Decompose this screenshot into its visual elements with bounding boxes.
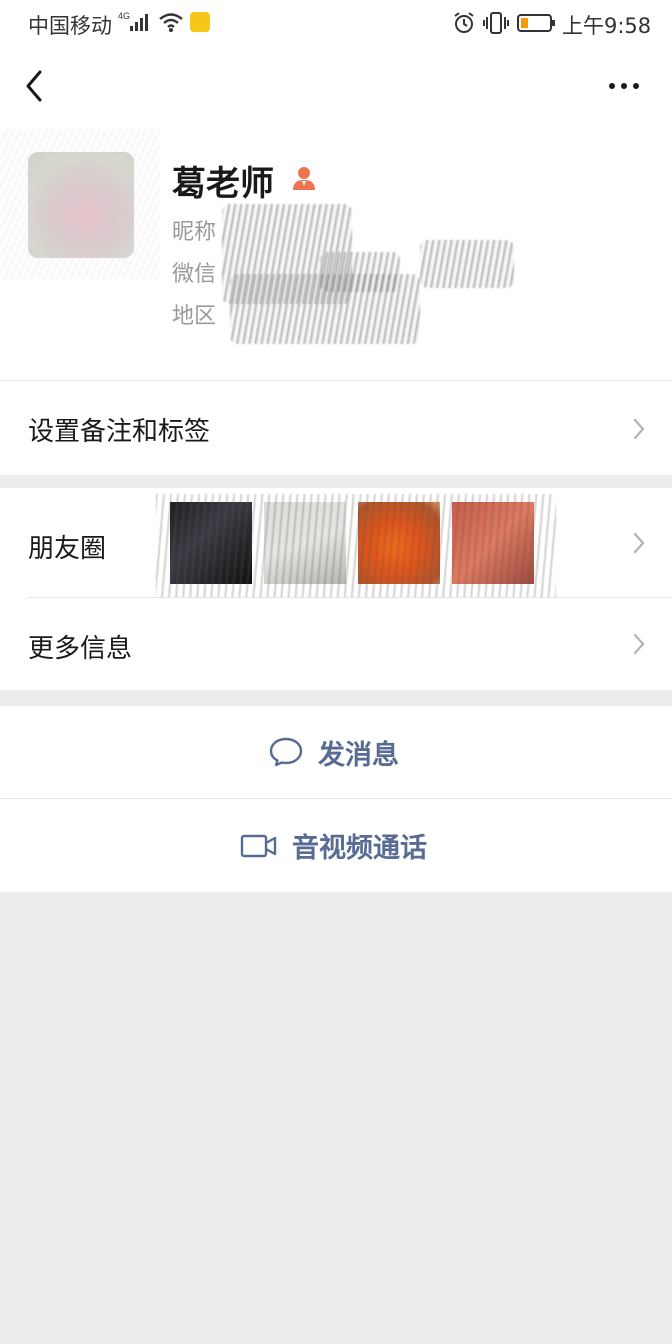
chevron-right-icon <box>633 633 645 655</box>
alarm-icon <box>452 11 476 39</box>
back-icon[interactable] <box>22 68 48 104</box>
more-info-cell[interactable]: 更多信息 <box>0 598 672 690</box>
moments-thumbnails <box>156 494 556 598</box>
status-bar: 中国移动 4G 上午9:58 <box>0 0 672 48</box>
redaction-scribble <box>156 494 556 598</box>
remark-tags-cell[interactable]: 设置备注和标签 <box>0 380 672 475</box>
avatar[interactable] <box>28 152 134 258</box>
remark-tags-label: 设置备注和标签 <box>28 417 211 447</box>
send-message-content: 发消息 <box>268 706 399 798</box>
carrier-name: 中国移动 <box>28 14 112 38</box>
wechat-id-label: 微信 <box>172 262 217 287</box>
contact-name: 葛老师 <box>172 164 274 204</box>
nav-bar <box>0 48 672 124</box>
send-message-label: 发消息 <box>318 739 399 771</box>
profile-header: 葛老师 昵称 微信 地区 <box>0 124 672 380</box>
video-call-content: 音视频通话 <box>240 799 427 892</box>
chat-bubble-icon <box>269 737 303 767</box>
nickname-label: 昵称 <box>172 220 217 245</box>
network-type: 4G <box>118 11 130 21</box>
battery-icon <box>517 13 557 37</box>
send-message-button[interactable]: 发消息 <box>0 706 672 799</box>
more-icon[interactable] <box>606 80 642 92</box>
region-label: 地区 <box>172 304 217 329</box>
wifi-icon <box>158 11 184 37</box>
clock-time: 上午9:58 <box>562 14 652 38</box>
teacher-icon <box>293 167 315 190</box>
app-notification-icon <box>190 12 210 32</box>
vibrate-icon <box>482 11 510 39</box>
video-call-label: 音视频通话 <box>292 833 427 864</box>
video-call-button[interactable]: 音视频通话 <box>0 799 672 892</box>
video-camera-icon <box>240 834 277 857</box>
moments-label: 朋友圈 <box>28 534 107 564</box>
redaction-scribble <box>420 240 514 288</box>
moments-cell[interactable]: 朋友圈 <box>0 488 672 598</box>
redaction-scribble <box>320 252 400 292</box>
chevron-right-icon <box>633 532 645 554</box>
more-info-label: 更多信息 <box>28 634 133 664</box>
chevron-right-icon <box>633 418 645 440</box>
signal-icon: 4G <box>118 10 154 38</box>
